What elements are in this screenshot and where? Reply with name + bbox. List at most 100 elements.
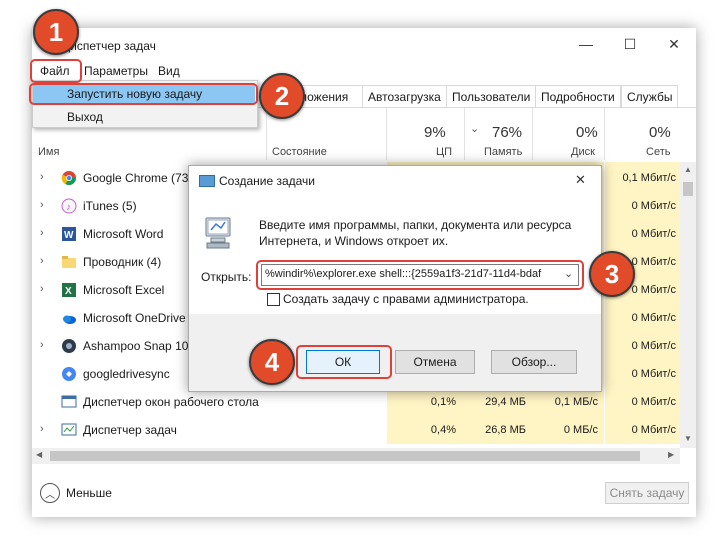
menu-options[interactable]: Параметры [84, 64, 148, 78]
cpu-value: 0,4% [430, 424, 456, 436]
tab-details[interactable]: Подробности [535, 85, 621, 108]
column-separator [464, 108, 465, 160]
network-percent: 0% [649, 124, 671, 141]
network-value: 0 Мбит/с [631, 424, 676, 436]
expand-chevron-icon[interactable]: › [40, 171, 44, 183]
process-name: Ashampoo Snap 10 [83, 339, 189, 353]
dialog-title: Создание задачи [219, 174, 315, 188]
run-program-icon [203, 216, 233, 250]
step-badge-2: 2 [259, 73, 305, 119]
process-name: Проводник (4) [83, 255, 162, 269]
table-row[interactable]: Диспетчер окон рабочего стола 0,1% 29,4 МБ… [32, 388, 680, 416]
tab-users[interactable]: Пользователи [446, 85, 537, 108]
expand-chevron-icon[interactable]: › [40, 423, 44, 435]
dialog-close-button[interactable]: ✕ [575, 172, 586, 188]
cpu-value: 0,1% [430, 396, 456, 408]
memory-percent: 76% [492, 124, 523, 141]
gdrive-icon [61, 366, 77, 382]
expand-chevron-icon[interactable]: › [40, 339, 44, 351]
run-dialog-icon [199, 175, 215, 187]
network-value: 0,1 Мбит/с [622, 172, 676, 184]
highlight-file-menu [30, 59, 82, 83]
svg-text:♪: ♪ [66, 202, 71, 213]
process-name: Microsoft Word [83, 227, 164, 241]
network-value: 0 Мбит/с [631, 200, 676, 212]
dwm-icon [61, 394, 77, 410]
scroll-down-icon[interactable]: ▼ [684, 434, 692, 443]
process-name: iTunes (5) [83, 199, 137, 213]
column-status[interactable]: Состояние [272, 146, 327, 158]
network-value: 0 Мбит/с [631, 368, 676, 380]
menu-view[interactable]: Вид [158, 64, 180, 78]
expand-chevron-icon[interactable]: › [40, 199, 44, 211]
expand-chevron-icon[interactable]: › [40, 283, 44, 295]
scroll-thumb[interactable] [683, 182, 693, 196]
scroll-up-icon[interactable]: ▲ [684, 165, 692, 174]
process-name: Диспетчер задач [83, 423, 177, 437]
process-name: Microsoft OneDrive [83, 311, 186, 325]
onedrive-icon [61, 310, 77, 326]
cancel-button[interactable]: Отмена [395, 350, 475, 374]
itunes-icon: ♪ [61, 198, 77, 214]
menu-exit[interactable]: Выход [67, 110, 103, 124]
highlight-open-input [256, 260, 584, 290]
column-network[interactable]: Сеть [646, 146, 670, 158]
ashampoo-icon [61, 338, 77, 354]
cpu-percent: 9% [424, 124, 446, 141]
column-separator [266, 108, 267, 160]
end-task-button[interactable]: Снять задачу [605, 482, 689, 504]
excel-icon: X [61, 282, 77, 298]
network-value: 0 Мбит/с [631, 228, 676, 240]
explorer-icon [61, 254, 77, 270]
horizontal-scrollbar[interactable]: ◀ ▶ [32, 448, 680, 464]
taskmgr-icon [61, 422, 77, 438]
disk-value: 0,1 МБ/с [554, 396, 598, 408]
process-name: Диспетчер окон рабочего стола [83, 395, 259, 409]
column-separator [386, 108, 387, 160]
step-badge-1: 1 [33, 9, 79, 55]
column-memory[interactable]: Память [484, 146, 522, 158]
browse-button[interactable]: Обзор... [491, 350, 577, 374]
expand-chevron-icon[interactable]: › [40, 227, 44, 239]
table-row[interactable]: › Диспетчер задач 0,4% 26,8 МБ 0 МБ/с 0 Мбит/… [32, 416, 680, 444]
scroll-right-icon[interactable]: ▶ [668, 450, 674, 459]
column-cpu[interactable]: ЦП [436, 146, 452, 158]
tab-services[interactable]: Службы [621, 85, 679, 108]
scroll-left-icon[interactable]: ◀ [36, 450, 42, 459]
collapse-icon[interactable]: ︿ [40, 483, 60, 503]
column-separator [604, 108, 605, 160]
tab-autostart[interactable]: Автозагрузка [362, 85, 447, 108]
step-badge-3: 3 [589, 251, 635, 297]
disk-value: 0 МБ/с [563, 424, 598, 436]
less-details-link[interactable]: Меньше [66, 486, 112, 500]
hscroll-thumb[interactable] [50, 451, 640, 461]
svg-text:X: X [65, 286, 72, 297]
minimize-button[interactable]: — [564, 28, 608, 60]
title-bar: Диспетчер задач — ☐ ✕ [32, 28, 696, 60]
network-value: 0 Мбит/с [631, 312, 676, 324]
network-value: 0 Мбит/с [631, 340, 676, 352]
chrome-icon [61, 170, 77, 186]
admin-checkbox[interactable] [267, 293, 280, 306]
network-value: 0 Мбит/с [631, 396, 676, 408]
column-name[interactable]: Имя [38, 146, 59, 158]
memory-value: 29,4 МБ [485, 396, 526, 408]
expand-chevron-icon[interactable]: › [40, 255, 44, 267]
column-disk[interactable]: Диск [571, 146, 595, 158]
memory-value: 26,8 МБ [485, 424, 526, 436]
step-badge-4: 4 [249, 339, 295, 385]
maximize-button[interactable]: ☐ [608, 28, 652, 60]
open-label: Открыть: [201, 270, 252, 284]
svg-text:W: W [64, 230, 74, 241]
process-name: Google Chrome (73) [83, 171, 193, 185]
sort-chevron-icon: ⌄ [470, 123, 480, 135]
process-name: googledrivesync [83, 367, 170, 381]
dialog-description: Введите имя программы, папки, документа … [259, 218, 572, 248]
process-name: Microsoft Excel [83, 283, 165, 297]
close-button[interactable]: ✕ [652, 28, 696, 60]
highlight-run-new-task [29, 83, 258, 105]
highlight-ok-button [296, 345, 392, 379]
vertical-scrollbar[interactable]: ▲ ▼ [680, 162, 696, 448]
disk-percent: 0% [576, 124, 598, 141]
word-icon: W [61, 226, 77, 242]
